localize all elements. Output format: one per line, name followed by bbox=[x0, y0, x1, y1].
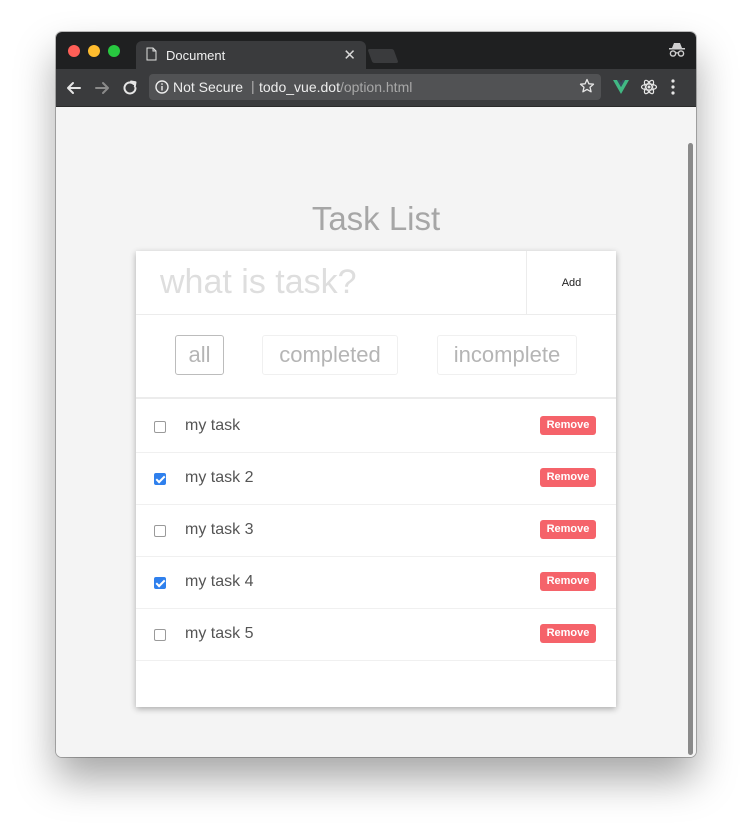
task-checkbox[interactable] bbox=[154, 421, 166, 433]
task-label: my task 2 bbox=[185, 469, 254, 486]
task-label: my task 3 bbox=[185, 521, 254, 538]
incognito-icon bbox=[668, 42, 686, 63]
close-icon[interactable]: ✕ bbox=[343, 46, 356, 64]
address-bar[interactable]: Not Secure | todo_vue.dot/option.html bbox=[149, 74, 601, 100]
info-icon[interactable] bbox=[155, 80, 169, 97]
url-separator: | bbox=[251, 78, 255, 94]
url-path: /option.html bbox=[339, 79, 413, 95]
task-input[interactable] bbox=[136, 251, 526, 314]
new-tab-button[interactable] bbox=[367, 49, 399, 63]
page-content: Task List Add all completed incomplete m… bbox=[56, 107, 696, 757]
add-button[interactable]: Add bbox=[526, 251, 616, 314]
url-host: todo_vue.dot bbox=[259, 79, 340, 95]
task-label: my task 4 bbox=[185, 573, 254, 590]
task-row: my task 4 Remove bbox=[136, 557, 616, 609]
browser-window: Document ✕ Not Secure | todo_vue.dot/opt… bbox=[56, 32, 696, 757]
filter-incomplete-button[interactable]: incomplete bbox=[437, 335, 577, 375]
title-bar: Document ✕ bbox=[56, 32, 696, 69]
task-label: my task bbox=[185, 417, 241, 434]
filter-bar: all completed incomplete bbox=[136, 315, 616, 399]
filter-completed-button[interactable]: completed bbox=[262, 335, 398, 375]
back-icon[interactable] bbox=[64, 78, 84, 98]
remove-button[interactable]: Remove bbox=[540, 416, 596, 435]
remove-button[interactable]: Remove bbox=[540, 624, 596, 643]
forward-icon[interactable] bbox=[92, 78, 112, 98]
task-list: my task Remove my task 2 Remove my task … bbox=[136, 401, 616, 661]
task-checkbox[interactable] bbox=[154, 629, 166, 641]
menu-icon[interactable] bbox=[670, 78, 676, 101]
task-row: my task 3 Remove bbox=[136, 505, 616, 557]
filter-all-button[interactable]: all bbox=[175, 335, 224, 375]
tab-document[interactable]: Document ✕ bbox=[136, 41, 366, 69]
remove-button[interactable]: Remove bbox=[540, 468, 596, 487]
close-window-button[interactable] bbox=[68, 45, 80, 57]
reload-icon[interactable] bbox=[120, 78, 140, 98]
star-icon[interactable] bbox=[579, 78, 595, 97]
minimize-window-button[interactable] bbox=[88, 45, 100, 57]
todo-card: Add all completed incomplete my task Rem… bbox=[136, 251, 616, 707]
remove-button[interactable]: Remove bbox=[540, 572, 596, 591]
browser-toolbar: Not Secure | todo_vue.dot/option.html bbox=[56, 69, 696, 107]
remove-button[interactable]: Remove bbox=[540, 520, 596, 539]
task-checkbox[interactable] bbox=[154, 525, 166, 537]
page-title: Task List bbox=[311, 200, 441, 237]
task-checkbox[interactable] bbox=[154, 577, 166, 589]
zoom-window-button[interactable] bbox=[108, 45, 120, 57]
tab-title: Document bbox=[166, 48, 226, 63]
react-devtools-icon[interactable] bbox=[640, 78, 658, 101]
security-label: Not Secure bbox=[173, 79, 244, 95]
task-row: my task 5 Remove bbox=[136, 609, 616, 661]
task-label: my task 5 bbox=[185, 625, 254, 642]
task-checkbox[interactable] bbox=[154, 473, 166, 485]
scrollbar-thumb[interactable] bbox=[688, 143, 693, 755]
vue-devtools-icon[interactable] bbox=[612, 78, 630, 101]
url-text: todo_vue.dot/option.html bbox=[259, 79, 412, 95]
file-icon bbox=[146, 47, 157, 64]
task-row: my task Remove bbox=[136, 401, 616, 453]
task-input-row: Add bbox=[136, 251, 616, 315]
task-row: my task 2 Remove bbox=[136, 453, 616, 505]
